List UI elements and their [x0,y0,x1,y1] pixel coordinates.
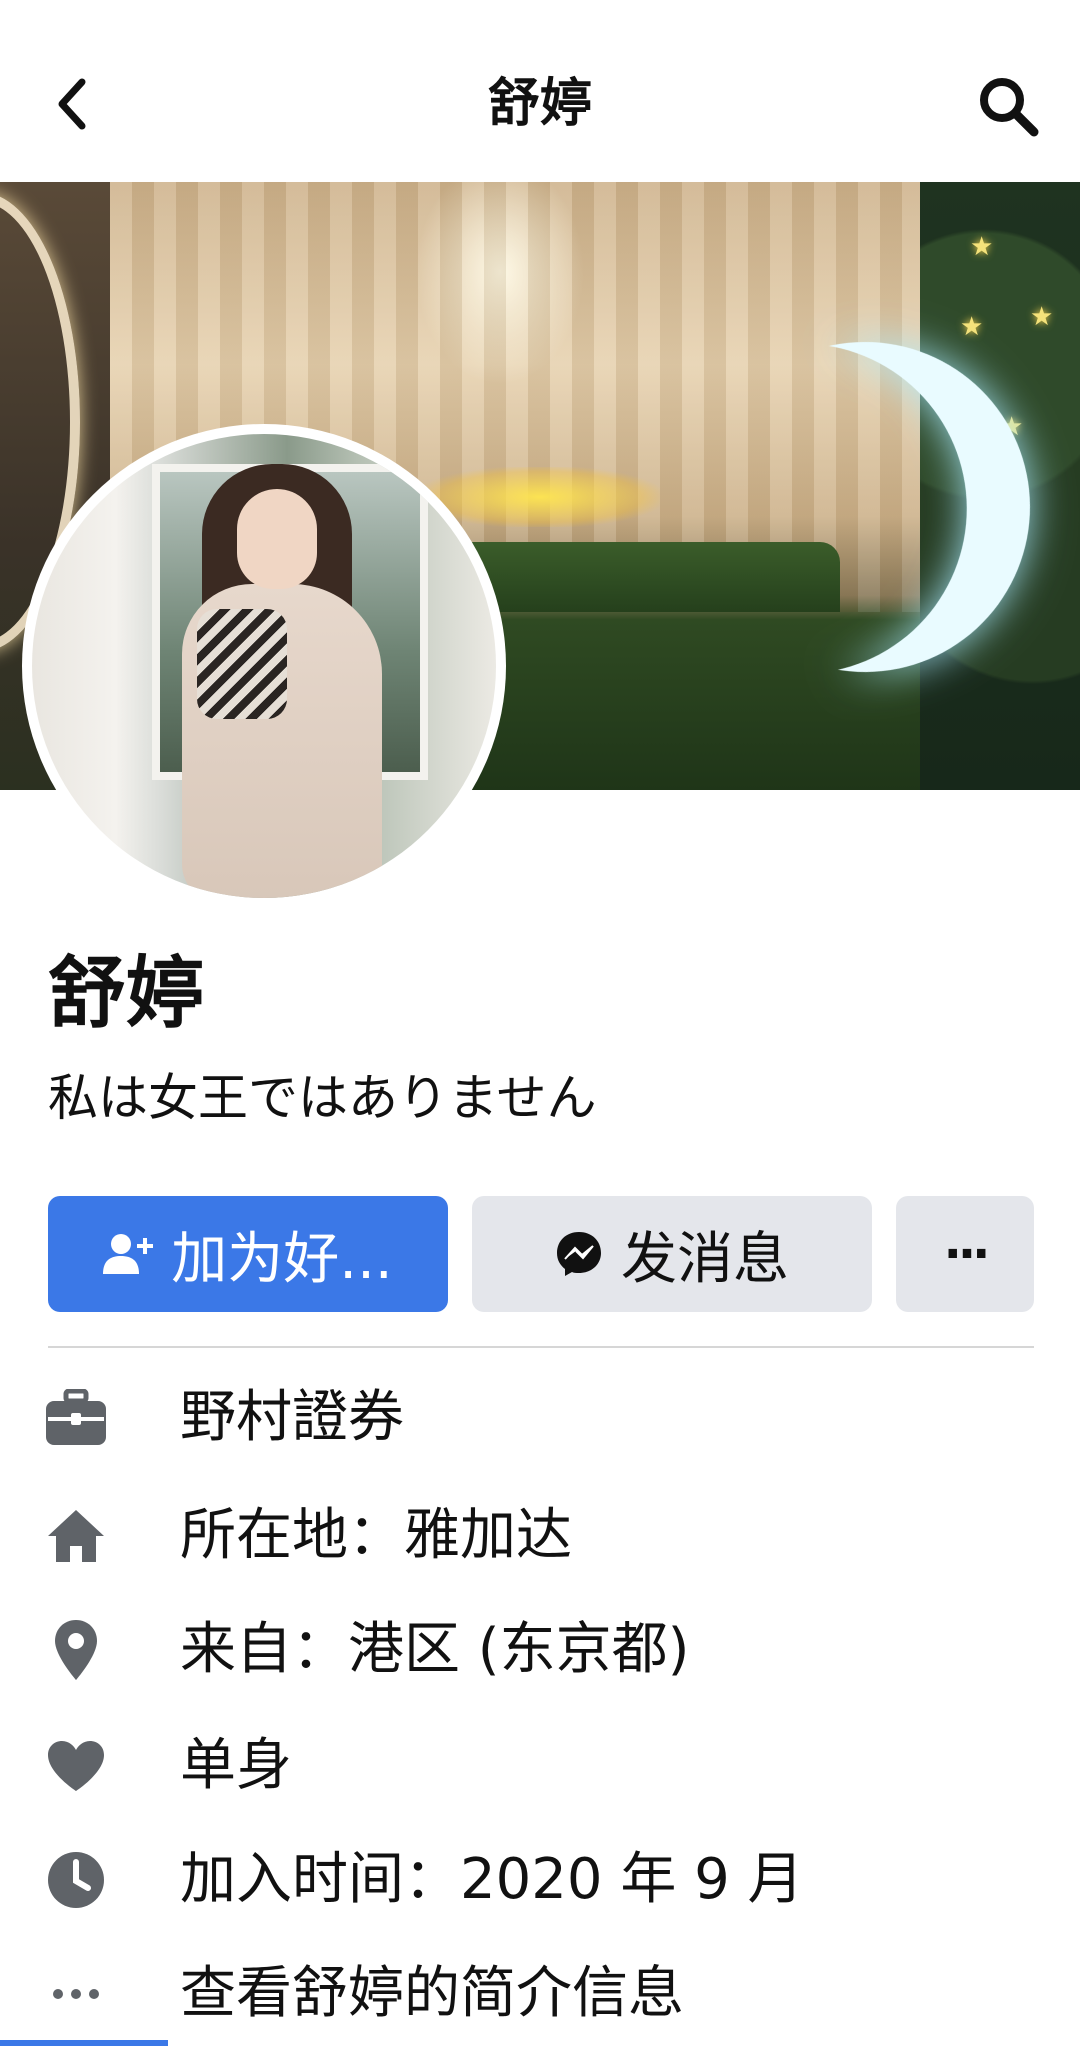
messenger-icon [555,1230,603,1278]
avatar-photo [32,434,496,898]
message-button[interactable]: 发消息 [472,1196,872,1312]
add-friend-button[interactable]: 加为好... [48,1196,448,1312]
chevron-left-icon [58,78,86,130]
detail-row-current-city: 所在地：雅加达 [40,1486,1040,1586]
profile-name: 舒婷 [48,949,205,1039]
add-person-icon [103,1232,154,1276]
profile-avatar[interactable] [22,424,506,908]
search-icon [980,78,1039,137]
message-label: 发消息 [621,1226,789,1292]
detail-row-relationship: 单身 [40,1716,1040,1816]
detail-row-work: 野村證券 [40,1368,1040,1468]
more-dots-icon [40,1958,112,2030]
page-title: 舒婷 [487,74,592,134]
avatar-dress-pattern [197,609,287,719]
star-light-icon: ★ [960,312,984,342]
star-light-icon: ★ [970,232,994,262]
top-nav-bar: 舒婷 [0,0,1080,182]
search-button[interactable] [970,68,1046,144]
more-options-button[interactable]: ··· [896,1196,1034,1312]
see-about-link[interactable]: 查看舒婷的简介信息 [180,1944,684,2044]
work-text: 野村證券 [180,1385,404,1450]
home-icon [40,1500,112,1572]
scroll-indicator [0,2040,168,2046]
back-button[interactable] [40,64,104,144]
profile-bio: 私は女王ではありません [48,1069,597,1127]
clock-icon [40,1844,112,1916]
hometown-text: 来自：港区 (东京都) [180,1617,690,1682]
heart-icon [40,1730,112,1802]
detail-row-joined: 加入时间：2020 年 9 月 [40,1830,1040,1930]
more-dots-icon: ··· [943,1226,991,1282]
add-friend-label: 加为好... [171,1226,393,1292]
detail-row-hometown: 来自：港区 (东京都) [40,1600,1040,1700]
relationship-text: 单身 [180,1733,292,1798]
section-divider [48,1346,1034,1348]
joined-text: 加入时间：2020 年 9 月 [180,1847,804,1912]
star-light-icon: ★ [1030,302,1054,332]
briefcase-icon [40,1382,112,1454]
current-city-text: 所在地：雅加达 [180,1503,572,1568]
detail-row-see-about[interactable]: 查看舒婷的简介信息 [40,1944,1040,2044]
location-pin-icon [40,1614,112,1686]
avatar-face [237,489,317,589]
